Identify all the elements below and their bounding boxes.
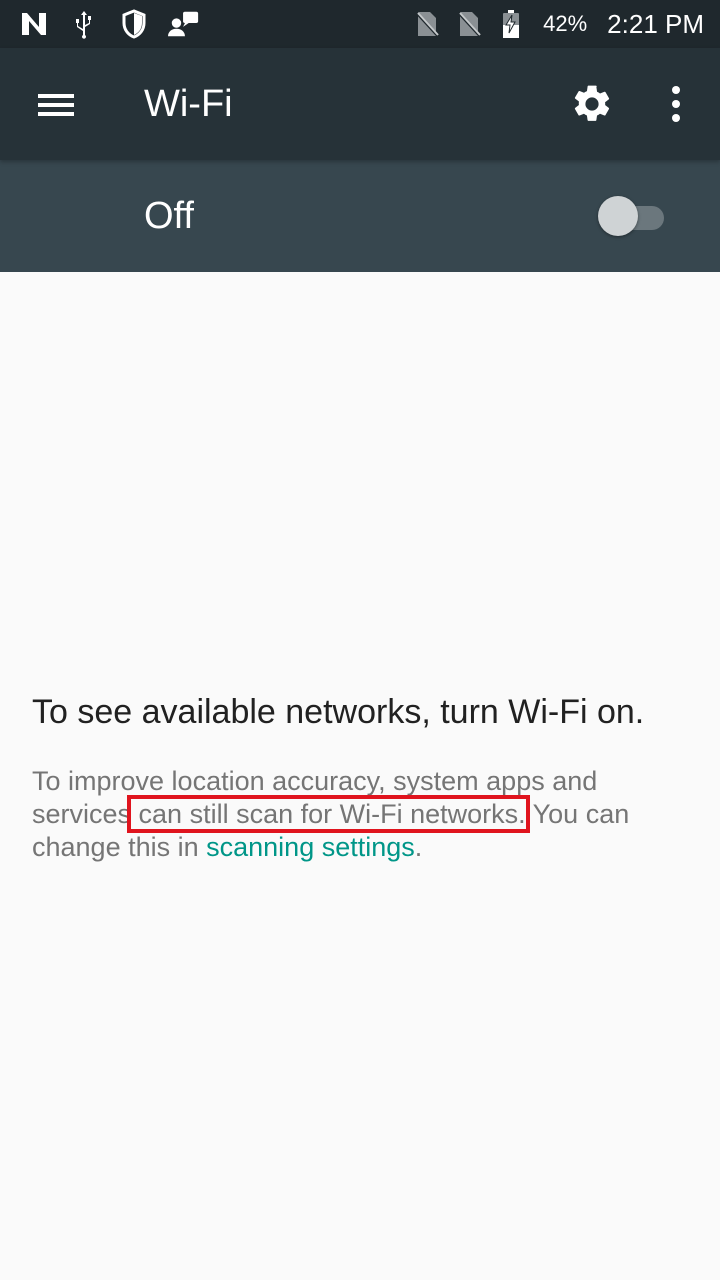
battery-percent: 42% [543,11,588,36]
status-bar: 42% 2:21 PM [0,0,720,48]
usb-icon [68,8,100,40]
n-logo-icon [18,8,50,40]
no-sim-icon [453,8,485,40]
person-message-icon [168,8,200,40]
more-vert-icon[interactable] [664,82,688,126]
body-text: . [414,832,423,862]
battery-charging-icon [495,8,527,40]
toggle-thumb [598,196,638,236]
gear-icon[interactable] [570,82,614,126]
menu-icon[interactable] [36,86,76,122]
wifi-switch-label: Off [144,195,194,237]
scanning-settings-link[interactable]: scanning settings [206,832,415,862]
wifi-toggle[interactable] [598,196,670,236]
no-sim-icon [411,8,443,40]
empty-state-body: To improve location accuracy, system app… [32,765,692,864]
status-time: 2:21 PM [607,8,704,39]
vpn-shield-icon [118,8,150,40]
highlighted-text: can still scan for Wi-Fi networks. [127,795,530,833]
empty-state-title: To see available networks, turn Wi-Fi on… [32,693,645,731]
page-title: Wi-Fi [144,83,233,125]
app-bar: Wi-Fi [0,48,720,160]
